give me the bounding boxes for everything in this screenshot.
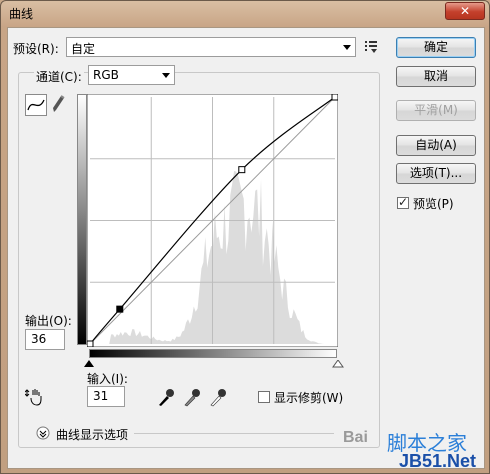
input-label: 输入(I): (87, 372, 128, 386)
options-button[interactable]: 选项(T)... (396, 163, 476, 184)
curves-dialog: 曲线 ✕ 预设(R): 自定 确定 取消 平滑(M) 自动(A) 选项(T)..… (0, 0, 490, 474)
pencil-icon[interactable] (50, 94, 66, 114)
curve-control-point[interactable] (238, 166, 246, 174)
output-label: 输出(O): (25, 314, 72, 328)
channel-dropdown[interactable]: RGB (88, 65, 175, 85)
black-point-slider[interactable] (83, 360, 95, 368)
expand-toggle-icon[interactable] (36, 426, 50, 440)
ok-button[interactable]: 确定 (396, 37, 476, 58)
input-gradient-bar (89, 349, 337, 358)
white-point-slider[interactable] (332, 360, 344, 368)
chevron-down-icon (343, 45, 351, 50)
smooth-button[interactable]: 平滑(M) (396, 100, 476, 121)
curve-edit-tool[interactable] (25, 94, 47, 116)
show-clipping-label: 显示修剪(W) (274, 391, 344, 405)
chevron-down-icon (162, 73, 170, 78)
gray-eyedropper-icon[interactable] (183, 387, 201, 407)
output-field[interactable]: 36 (25, 329, 65, 350)
list-menu-icon[interactable] (365, 40, 379, 54)
channel-value: RGB (93, 68, 119, 82)
dialog-body: 预设(R): 自定 确定 取消 平滑(M) 自动(A) 选项(T)... 预览(… (7, 27, 485, 469)
preset-value: 自定 (71, 42, 96, 56)
cancel-button[interactable]: 取消 (396, 66, 476, 87)
curve-control-point[interactable] (331, 94, 338, 101)
curve-tool-icon (27, 99, 45, 111)
preset-label: 预设(R): (13, 42, 59, 56)
preview-checkbox[interactable] (397, 195, 409, 209)
curve-display-options-label[interactable]: 曲线显示选项 (56, 426, 128, 443)
watermark-bai: Bai (343, 429, 368, 446)
preview-label: 预览(P) (413, 197, 454, 211)
hand-adjust-icon[interactable] (25, 387, 47, 407)
window-title: 曲线 (9, 7, 34, 21)
preset-dropdown[interactable]: 自定 (66, 37, 356, 57)
curve-control-point[interactable] (116, 305, 124, 313)
output-gradient-bar (77, 94, 87, 345)
curve-control-point[interactable] (87, 340, 94, 347)
auto-button[interactable]: 自动(A) (396, 135, 476, 156)
white-eyedropper-icon[interactable] (209, 387, 227, 407)
black-eyedropper-icon[interactable] (157, 387, 175, 407)
curve-graph[interactable] (87, 94, 338, 347)
channel-label: 通道(C): (34, 68, 84, 85)
divider (134, 433, 334, 434)
show-clipping-checkbox[interactable] (258, 391, 270, 403)
watermark-url: JB51.Net (399, 451, 477, 471)
title-bar[interactable]: 曲线 ✕ (1, 1, 489, 27)
input-field[interactable]: 31 (87, 386, 125, 407)
close-button[interactable]: ✕ (445, 2, 485, 20)
